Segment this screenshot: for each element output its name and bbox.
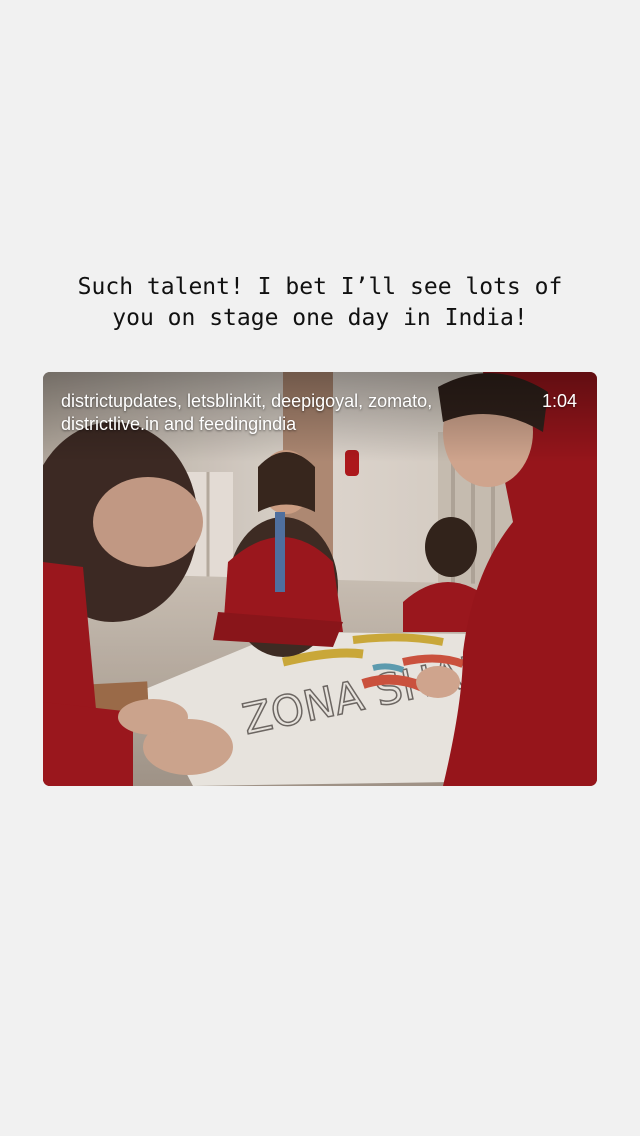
video-card[interactable]: ZONA SHAKE districtupdates, letsblinkit,… [43,372,597,786]
collaborators-label: districtupdates, letsblinkit, deepigoyal… [61,391,433,434]
video-duration: 1:04 [541,391,577,411]
post-caption: Such talent! I bet I’ll see lots of you … [77,274,563,331]
